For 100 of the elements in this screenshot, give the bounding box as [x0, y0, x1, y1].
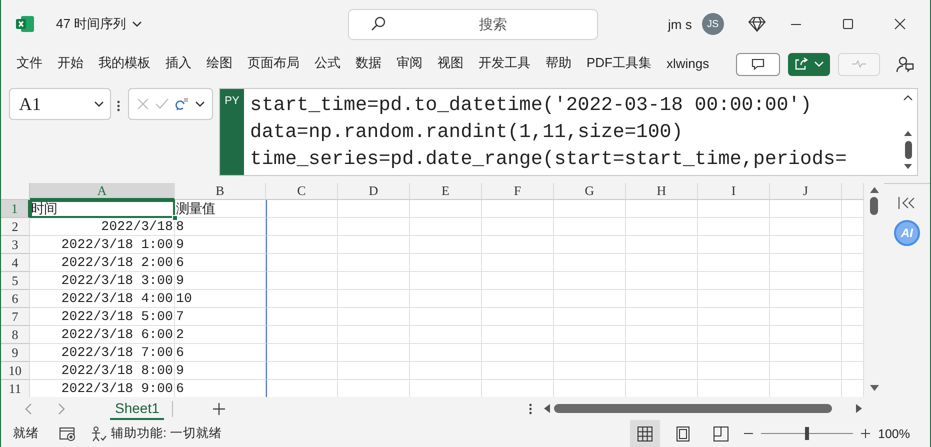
table-cell[interactable] — [554, 344, 626, 362]
ribbon-tab[interactable]: xlwings — [659, 51, 717, 77]
table-cell[interactable] — [482, 362, 554, 380]
table-cell[interactable]: 2022/3/18 5:00 — [30, 308, 175, 326]
column-header[interactable]: B — [175, 183, 266, 200]
table-cell[interactable] — [626, 254, 698, 272]
ribbon-tab[interactable]: 视图 — [430, 51, 471, 77]
ribbon-tab[interactable]: 我的模板 — [91, 51, 158, 77]
table-cell[interactable]: 2022/3/18 1:00 — [30, 236, 175, 254]
table-cell[interactable] — [410, 362, 482, 380]
table-cell[interactable] — [626, 290, 698, 308]
table-cell[interactable]: 6 — [175, 380, 266, 397]
table-cell[interactable] — [338, 272, 410, 290]
insert-function-icon[interactable] — [175, 97, 189, 111]
add-sheet-icon[interactable] — [213, 402, 226, 414]
fill-handle[interactable] — [172, 215, 178, 221]
table-cell[interactable] — [266, 272, 338, 290]
table-cell[interactable] — [482, 326, 554, 344]
row-header[interactable]: 10 — [1, 362, 30, 380]
table-cell[interactable] — [698, 272, 770, 290]
normal-view-button[interactable] — [630, 420, 660, 447]
table-cell[interactable]: 2022/3/18 — [30, 218, 175, 236]
table-cell[interactable] — [626, 362, 698, 380]
column-header[interactable]: C — [266, 183, 338, 200]
row-header[interactable]: 11 — [1, 380, 30, 397]
slider-thumb[interactable] — [805, 427, 810, 440]
column-header[interactable]: H — [626, 183, 698, 200]
table-cell[interactable]: 6 — [175, 254, 266, 272]
table-cell[interactable] — [698, 290, 770, 308]
table-cell[interactable] — [554, 236, 626, 254]
row-header[interactable]: 6 — [1, 290, 30, 308]
table-cell[interactable] — [266, 200, 338, 218]
column-header[interactable]: E — [410, 183, 482, 200]
ribbon-tab[interactable]: 公式 — [307, 51, 348, 77]
row-header[interactable]: 2 — [1, 218, 30, 236]
table-cell[interactable] — [626, 200, 698, 218]
ribbon-tab[interactable]: 文件 — [9, 51, 50, 77]
accessibility-icon[interactable] — [91, 426, 107, 442]
table-cell[interactable] — [770, 200, 842, 218]
table-cell[interactable] — [554, 254, 626, 272]
table-cell[interactable] — [338, 218, 410, 236]
table-cell[interactable] — [410, 344, 482, 362]
zoom-in-icon[interactable] — [861, 429, 870, 438]
table-cell[interactable]: 2022/3/18 6:00 — [30, 326, 175, 344]
scroll-left-icon[interactable] — [544, 404, 550, 413]
table-cell[interactable] — [554, 362, 626, 380]
table-cell[interactable] — [266, 254, 338, 272]
collapse-pane-icon[interactable] — [898, 196, 916, 210]
table-cell[interactable] — [338, 308, 410, 326]
macro-record-icon[interactable] — [59, 426, 77, 442]
table-cell[interactable] — [554, 326, 626, 344]
table-cell[interactable] — [698, 200, 770, 218]
column-header[interactable]: F — [482, 183, 554, 200]
table-cell[interactable] — [338, 254, 410, 272]
table-cell[interactable] — [770, 290, 842, 308]
table-cell[interactable] — [410, 200, 482, 218]
table-cell[interactable] — [266, 344, 338, 362]
table-cell[interactable] — [626, 218, 698, 236]
table-cell[interactable] — [770, 362, 842, 380]
ribbon-tab[interactable]: 审阅 — [389, 51, 430, 77]
table-cell[interactable] — [698, 326, 770, 344]
scroll-down-icon[interactable] — [870, 385, 878, 391]
enter-icon[interactable] — [155, 98, 169, 110]
table-cell[interactable] — [698, 308, 770, 326]
table-cell[interactable] — [554, 272, 626, 290]
scrollbar-thumb[interactable] — [904, 141, 912, 159]
table-cell[interactable] — [266, 308, 338, 326]
table-cell[interactable] — [338, 344, 410, 362]
table-cell[interactable] — [410, 290, 482, 308]
cancel-icon[interactable] — [137, 98, 149, 110]
table-cell[interactable]: 9 — [175, 236, 266, 254]
pulse-button[interactable] — [838, 52, 880, 76]
table-cell[interactable] — [626, 308, 698, 326]
table-cell[interactable] — [626, 272, 698, 290]
table-cell[interactable]: 6 — [175, 344, 266, 362]
table-cell[interactable] — [338, 200, 410, 218]
table-cell[interactable]: 8 — [175, 218, 266, 236]
table-cell[interactable] — [770, 218, 842, 236]
table-cell[interactable]: 10 — [175, 290, 266, 308]
previous-sheet-icon[interactable] — [25, 402, 33, 414]
ribbon-tab[interactable]: 绘图 — [199, 51, 240, 77]
table-cell[interactable]: 2022/3/18 3:00 — [30, 272, 175, 290]
column-header[interactable]: G — [554, 183, 626, 200]
formula-editor[interactable]: PY start_time=pd.to_datetime('2022-03-18 00:00:00') data=np.random.randint(1,11,size=100) time_series=pd.date_range(start=start_time,periods= — [219, 88, 918, 176]
ribbon-tab[interactable]: 开发工具 — [471, 51, 538, 77]
table-cell[interactable]: 7 — [175, 308, 266, 326]
column-header[interactable]: D — [338, 183, 410, 200]
table-cell[interactable] — [698, 344, 770, 362]
collapse-icon[interactable] — [903, 95, 913, 101]
table-cell[interactable] — [266, 380, 338, 397]
table-cell[interactable] — [482, 272, 554, 290]
table-cell[interactable] — [626, 344, 698, 362]
table-cell[interactable] — [482, 200, 554, 218]
row-header[interactable]: 7 — [1, 308, 30, 326]
table-cell[interactable] — [554, 290, 626, 308]
person-chat-icon[interactable] — [896, 55, 914, 73]
table-cell[interactable] — [482, 218, 554, 236]
ribbon-tab[interactable]: 帮助 — [538, 51, 579, 77]
row-header[interactable]: 1 — [1, 200, 30, 218]
row-header[interactable]: 4 — [1, 254, 30, 272]
